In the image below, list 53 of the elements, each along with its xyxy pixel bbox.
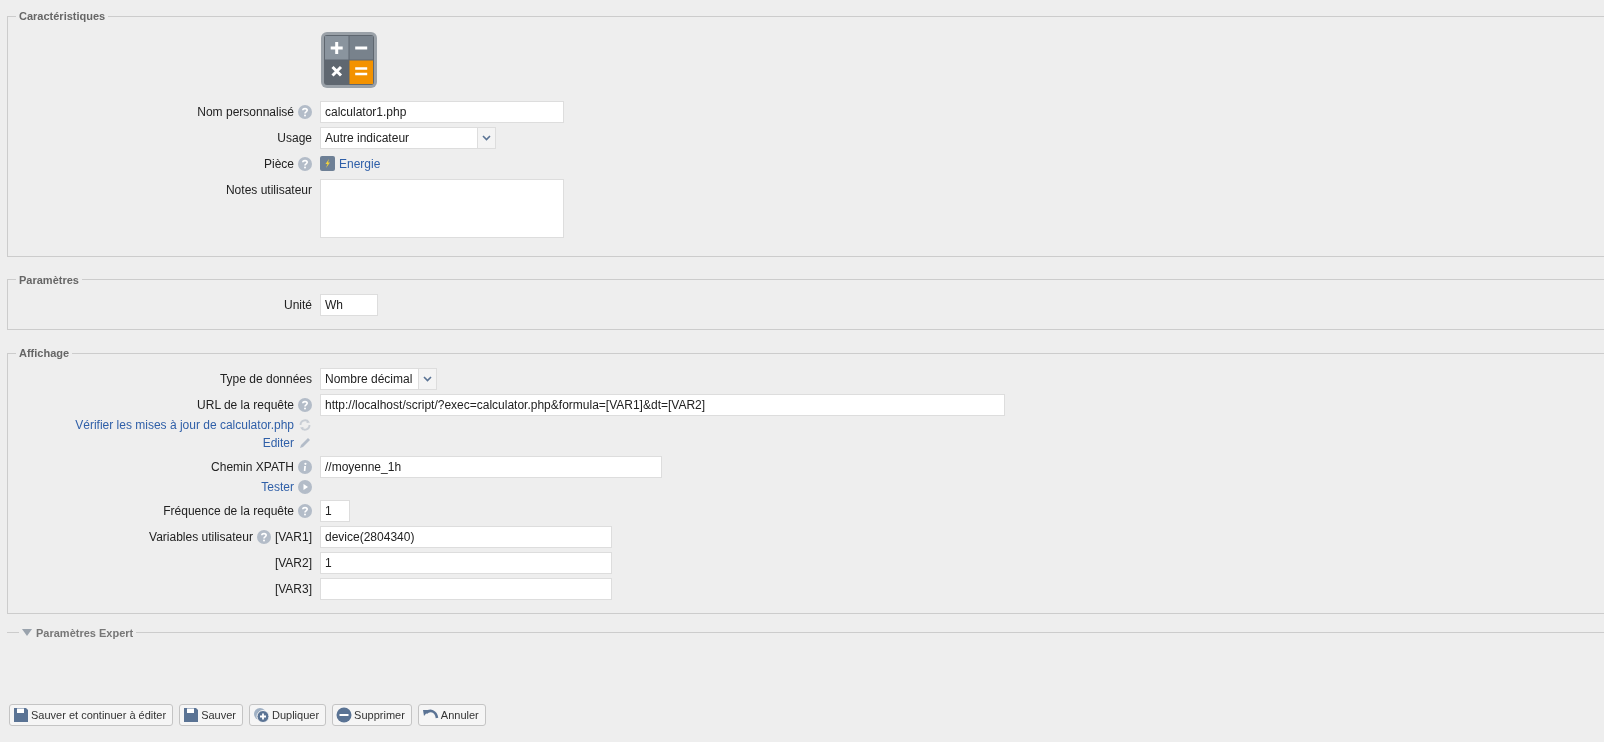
play-icon[interactable] xyxy=(298,479,312,494)
chevron-down-icon xyxy=(423,375,432,382)
input-field[interactable]: 1 xyxy=(320,551,612,574)
room-link[interactable]: Energie xyxy=(339,154,381,173)
triangle-down-icon xyxy=(22,629,32,637)
variable-label: [VAR1] xyxy=(274,528,312,546)
input-field[interactable]: Wh xyxy=(320,294,378,316)
help-icon[interactable] xyxy=(256,529,271,544)
variable-label: [VAR3] xyxy=(274,580,312,598)
input-field[interactable] xyxy=(320,577,612,600)
field-label: Type de données xyxy=(219,370,312,388)
expert-toggle[interactable]: Paramètres Expert xyxy=(19,624,137,641)
help-icon[interactable] xyxy=(298,503,312,518)
section-title: Paramètres xyxy=(18,272,80,288)
minus-circle-icon xyxy=(336,707,353,723)
help-icon[interactable] xyxy=(298,104,312,119)
info-icon[interactable] xyxy=(298,459,312,474)
action-button[interactable]: Supprimer xyxy=(332,704,412,726)
field-label: Pièce xyxy=(263,155,294,173)
input-field[interactable]: //moyenne_1h xyxy=(320,455,662,478)
action-link[interactable]: Editer xyxy=(262,433,294,452)
field-label: Nom personnalisé xyxy=(197,103,294,121)
notes-field[interactable] xyxy=(320,178,564,238)
input-field[interactable]: device(2804340) xyxy=(320,525,612,548)
action-button[interactable]: Sauver et continuer à éditer xyxy=(9,704,174,726)
action-button[interactable]: Sauver xyxy=(179,704,243,726)
field-label: Notes utilisateur xyxy=(225,181,312,199)
refresh-icon[interactable] xyxy=(298,417,312,432)
field-label: Chemin XPATH xyxy=(211,458,294,476)
help-icon[interactable] xyxy=(298,397,312,412)
variable-label: [VAR2] xyxy=(274,554,312,572)
field-label: Variables utilisateur xyxy=(149,528,253,546)
action-link[interactable]: Tester xyxy=(261,477,294,496)
action-button[interactable]: Annuler xyxy=(417,704,486,726)
pencil-icon[interactable] xyxy=(298,435,312,450)
dropdown[interactable]: Autre indicateur xyxy=(320,126,496,149)
section-title: Affichage xyxy=(18,346,71,361)
section-title: Caractéristiques xyxy=(18,9,107,24)
calculator-icon xyxy=(320,30,378,89)
field-label: Usage xyxy=(277,129,312,147)
action-link[interactable]: Vérifier les mises à jour de calculator.php xyxy=(75,415,294,434)
dropdown[interactable]: Nombre décimal xyxy=(320,367,437,390)
help-icon[interactable] xyxy=(298,156,312,171)
field-label: Unité xyxy=(284,297,312,314)
plus-circle-icon xyxy=(253,707,270,723)
action-button[interactable]: Dupliquer xyxy=(249,704,327,726)
field-label: URL de la requête xyxy=(197,396,294,414)
field-label: Fréquence de la requête xyxy=(163,502,294,520)
room-icon xyxy=(320,156,335,171)
input-field[interactable]: 1 xyxy=(320,499,350,522)
input-field[interactable]: http://localhost/script/?exec=calculator.php&formula=[VAR1]&dt=[VAR2] xyxy=(320,393,1005,416)
input-field[interactable]: calculator1.php xyxy=(320,100,564,123)
chevron-down-icon xyxy=(482,134,491,141)
